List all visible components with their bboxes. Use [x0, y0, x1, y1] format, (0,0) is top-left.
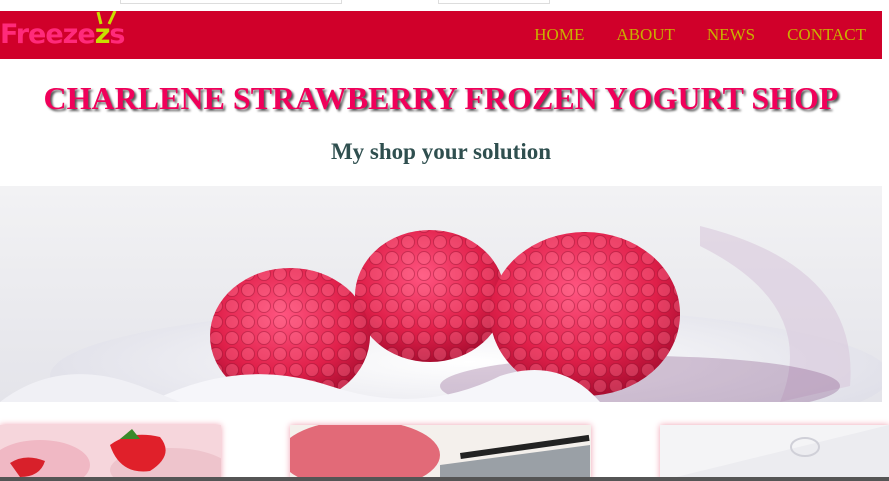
strawberry-ice-cream-image	[0, 425, 221, 481]
page-subtitle: My shop your solution	[330, 139, 552, 164]
navbar: Freezezs HOME ABOUT NEWS CONTACT	[0, 11, 882, 59]
nav-home-link[interactable]: HOME	[534, 25, 584, 45]
nav-contact-link[interactable]: CONTACT	[787, 25, 866, 45]
top-tab	[438, 0, 550, 4]
white-product-card-image	[660, 425, 889, 481]
main-nav: HOME ABOUT NEWS CONTACT	[534, 11, 866, 59]
product-thumbnail[interactable]	[0, 425, 221, 481]
logo-sprout-icon	[96, 11, 117, 25]
pink-ice-cream-scoop-image	[290, 425, 591, 481]
browser-top-strip	[0, 0, 889, 11]
page-title: CHARLENE STRAWBERRY FROZEN YOGURT SHOP	[43, 80, 839, 116]
raspberries-image	[0, 186, 882, 402]
bottom-edge	[0, 477, 889, 481]
nav-about-link[interactable]: ABOUT	[616, 25, 675, 45]
hero-image	[0, 186, 882, 402]
nav-news-link[interactable]: NEWS	[707, 25, 755, 45]
product-thumbnail[interactable]	[290, 425, 591, 481]
top-tab	[120, 0, 342, 4]
brand-logo[interactable]: Freezezs	[0, 11, 140, 59]
product-thumbnail[interactable]	[660, 425, 889, 481]
